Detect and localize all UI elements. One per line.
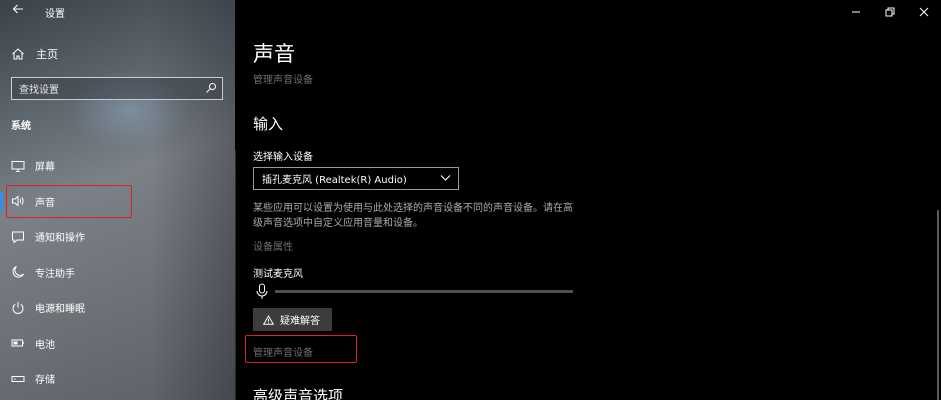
page-title: 声音 <box>253 42 295 66</box>
microphone-icon <box>256 283 268 299</box>
sidebar-item-battery[interactable]: 电池 <box>0 326 235 362</box>
sidebar-item-focus-assist[interactable]: 专注助手 <box>0 255 235 291</box>
advanced-sound-options-heading: 高级声音选项 <box>253 387 344 400</box>
test-mic-label: 测试麦克风 <box>253 269 303 280</box>
content-divider <box>235 150 236 400</box>
dropdown-value: 插孔麦克风 (Realtek(R) Audio) <box>262 175 407 186</box>
sidebar-item-storage[interactable]: 存储 <box>0 361 235 397</box>
troubleshoot-button[interactable]: 疑难解答 <box>253 308 332 331</box>
sidebar-item-label: 存储 <box>35 375 55 387</box>
sidebar-item-power-sleep[interactable]: 电源和睡眠 <box>0 290 235 326</box>
select-input-label: 选择输入设备 <box>253 152 313 163</box>
sidebar-item-display[interactable]: 屏幕 <box>0 148 235 184</box>
sidebar-item-label: 电源和睡眠 <box>35 304 85 316</box>
input-device-dropdown[interactable]: 插孔麦克风 (Realtek(R) Audio) <box>253 167 459 190</box>
minimize-button[interactable] <box>839 0 873 24</box>
warning-icon <box>263 314 274 325</box>
manage-sound-devices-link-top[interactable]: 管理声音设备 <box>253 71 313 86</box>
back-arrow-icon <box>12 4 23 14</box>
restore-button[interactable] <box>873 0 907 24</box>
search-box[interactable] <box>11 77 223 101</box>
search-input[interactable] <box>12 80 222 101</box>
window-controls <box>839 0 941 24</box>
battery-icon <box>11 339 24 347</box>
titlebar-left: 设置 <box>0 0 235 26</box>
description-line: 级声音选项中自定义应用音量和设备。 <box>253 218 423 229</box>
sidebar-item-label: 屏幕 <box>35 162 55 174</box>
power-icon <box>12 301 24 314</box>
sidebar: 设置 主页 系统 屏幕 声音 <box>0 0 235 400</box>
home-nav-item[interactable]: 主页 <box>11 45 58 63</box>
main-content: 声音 管理声音设备 输入 选择输入设备 插孔麦克风 (Realtek(R) Au… <box>235 0 941 400</box>
window-title: 设置 <box>45 9 65 20</box>
sidebar-nav: 屏幕 声音 通知和操作 专注助手 电源和睡眠 电池 存储 <box>0 148 235 397</box>
search-icon[interactable] <box>205 82 217 94</box>
selection-highlight-box <box>6 184 132 218</box>
sidebar-item-label: 专注助手 <box>35 268 75 280</box>
troubleshoot-label: 疑难解答 <box>280 316 320 327</box>
chevron-down-icon <box>440 175 451 181</box>
section-heading: 系统 <box>11 121 31 132</box>
input-heading: 输入 <box>253 115 284 133</box>
sidebar-item-sound[interactable]: 声音 <box>0 184 235 220</box>
moon-icon <box>12 266 24 278</box>
minimize-icon <box>852 11 860 13</box>
home-label: 主页 <box>36 48 58 61</box>
sidebar-item-notifications[interactable]: 通知和操作 <box>0 219 235 255</box>
sidebar-item-label: 电池 <box>35 339 55 351</box>
storage-icon <box>11 375 25 382</box>
scrollbar[interactable] <box>937 210 939 400</box>
home-icon <box>12 48 24 60</box>
close-icon <box>919 7 929 17</box>
mic-level-meter <box>275 290 573 293</box>
description-text: 某些应用可以设置为使用与此处选择的声音设备不同的声音设备。请在高 级声音选项中自… <box>253 201 593 231</box>
notification-icon <box>12 231 24 244</box>
close-button[interactable] <box>907 0 941 24</box>
restore-icon <box>885 7 895 17</box>
sidebar-item-label: 通知和操作 <box>35 233 85 245</box>
back-button[interactable] <box>9 3 27 21</box>
manage-sound-devices-link[interactable]: 管理声音设备 <box>253 344 313 359</box>
description-line: 某些应用可以设置为使用与此处选择的声音设备不同的声音设备。请在高 <box>253 203 573 214</box>
display-icon <box>11 160 25 172</box>
device-properties-link[interactable]: 设备属性 <box>253 238 293 253</box>
